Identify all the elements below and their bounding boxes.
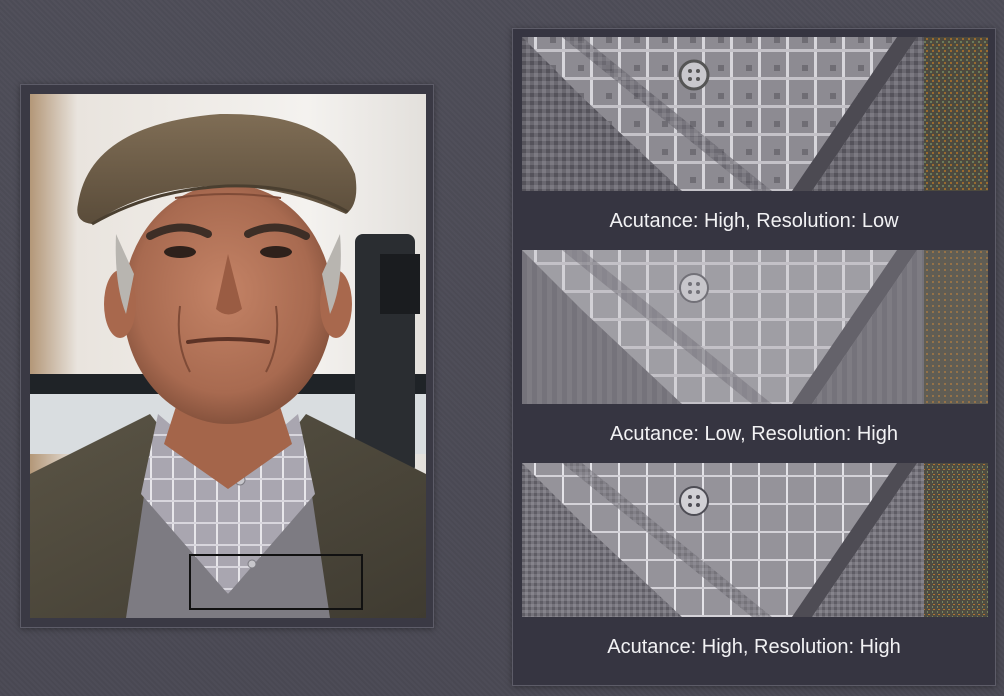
caption-3: Acutance: High, Resolution: High bbox=[607, 636, 901, 658]
portrait-image bbox=[30, 94, 426, 618]
caption-1: Acutance: High, Resolution: Low bbox=[609, 210, 899, 232]
caption-2: Acutance: Low, Resolution: High bbox=[610, 423, 898, 445]
crop-image-high-acutance-high-resolution bbox=[522, 463, 988, 617]
crop-image-high-acutance-low-resolution bbox=[522, 37, 988, 191]
crop-image-low-acutance-high-resolution bbox=[522, 250, 988, 404]
